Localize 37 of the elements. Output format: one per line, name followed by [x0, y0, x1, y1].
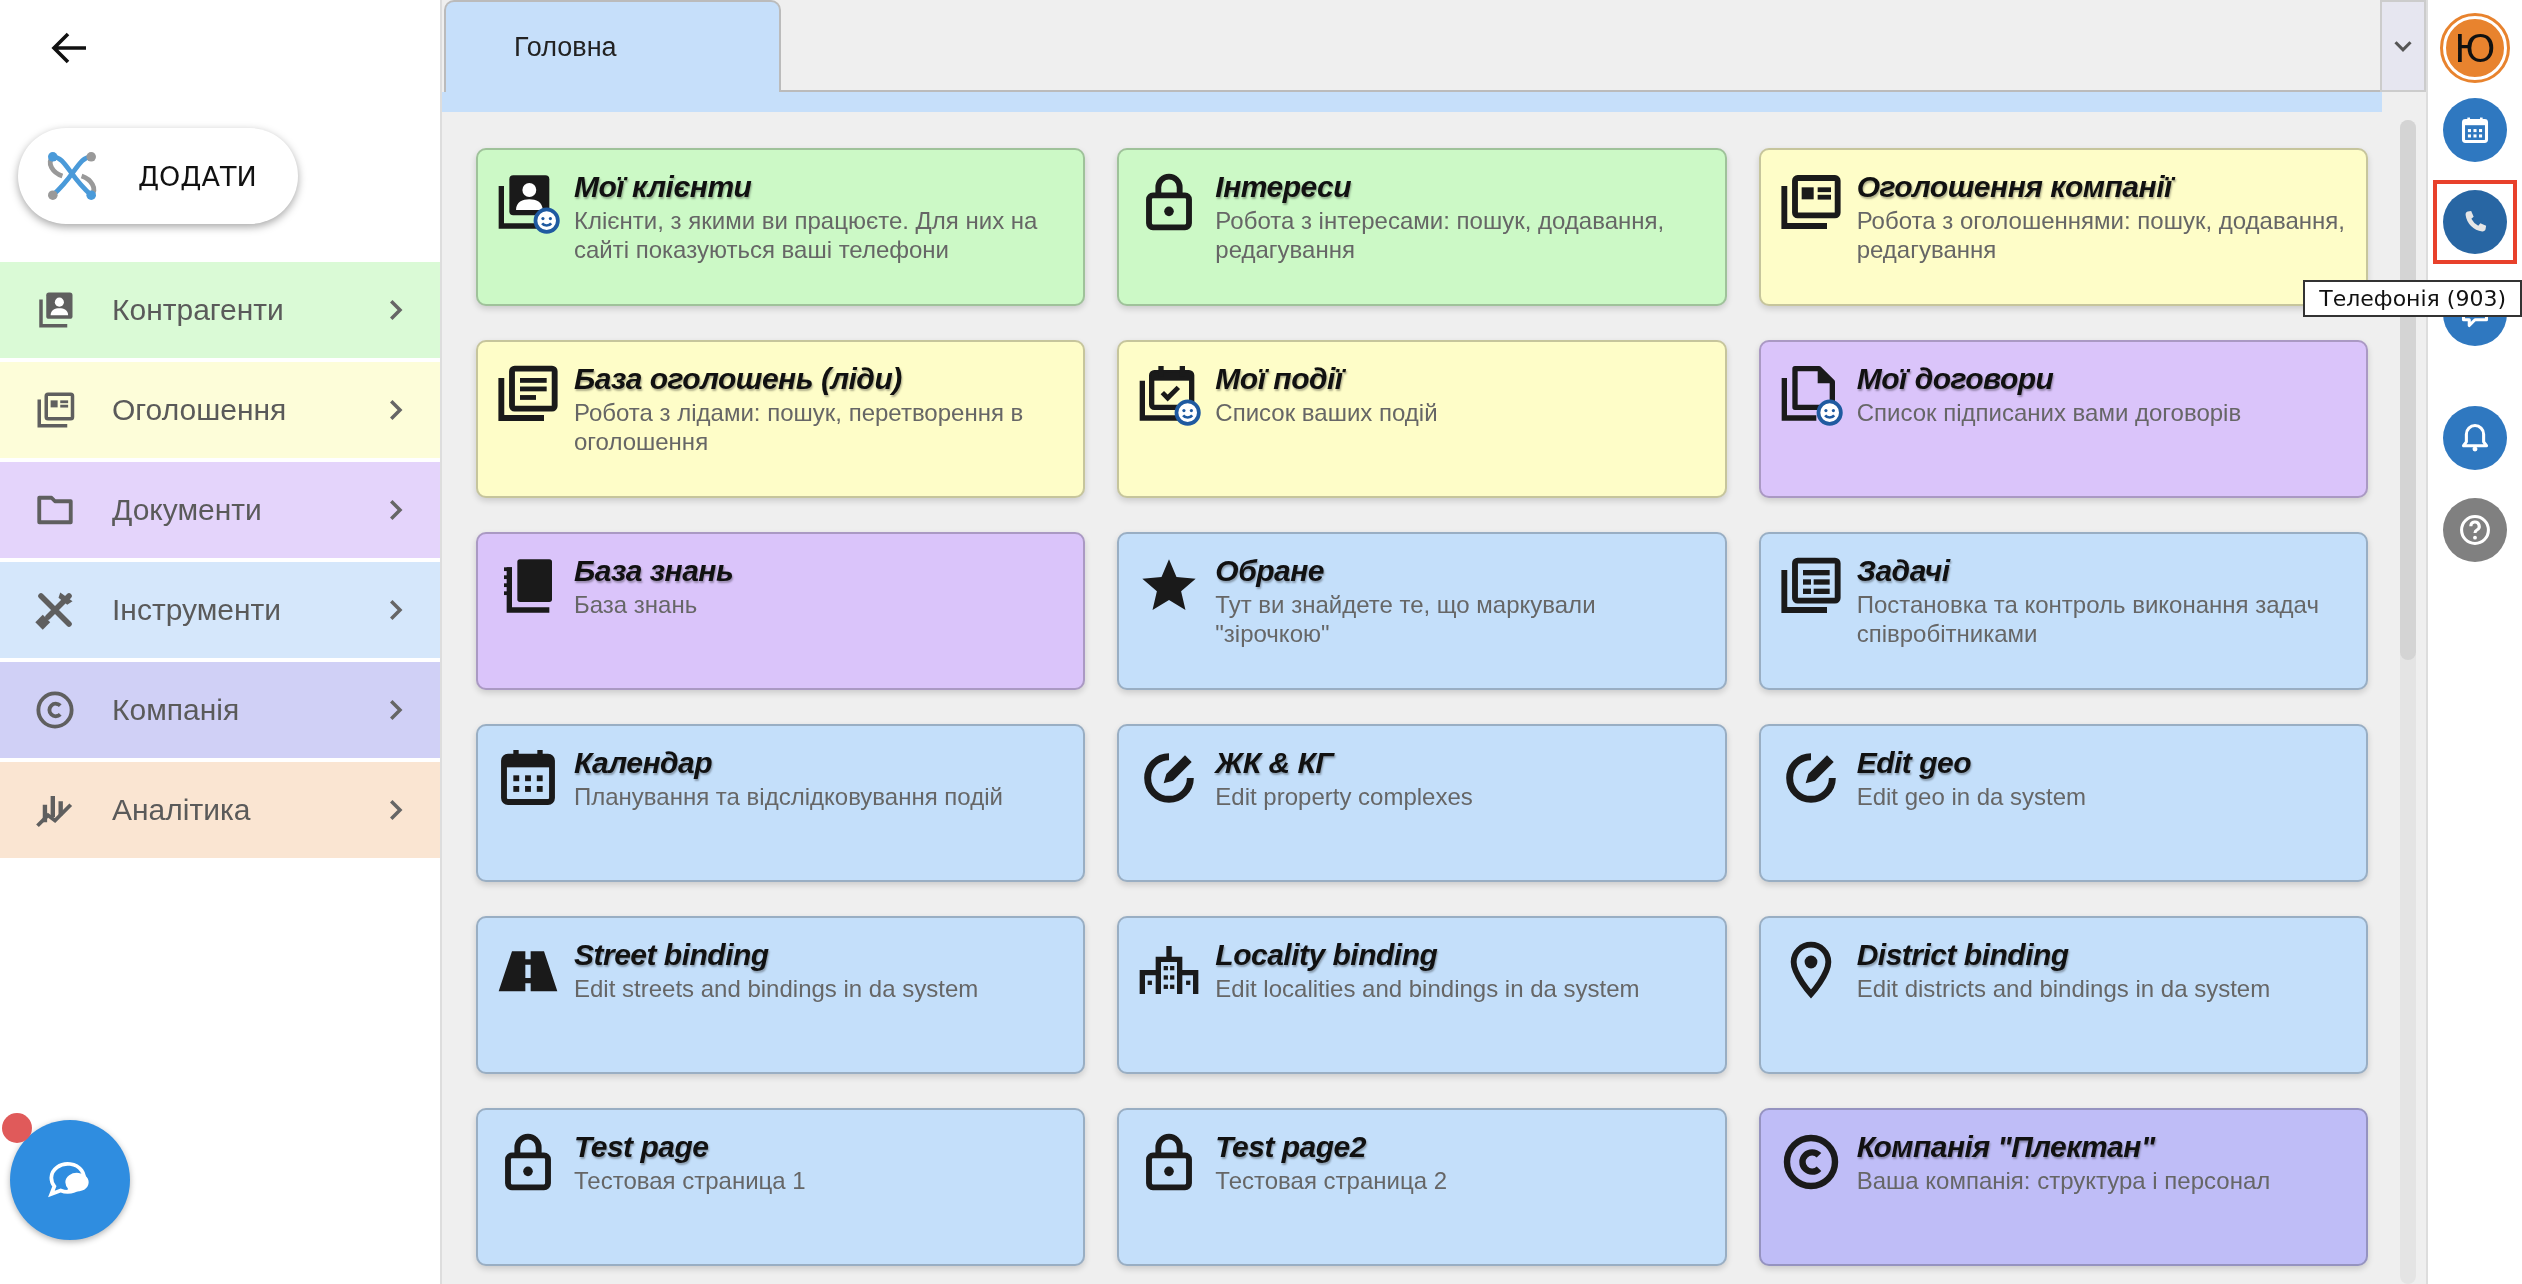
tile-title: Задачі [1856, 554, 1952, 588]
tile-description: Список підписаних вами договорів [1856, 398, 2242, 428]
tile-description: Edit districts and bindings in da system [1856, 974, 2271, 1004]
tile-title: Мої клієнти [574, 170, 753, 204]
tile-title: Обране [1215, 554, 1326, 588]
tile-description: Робота з лідами: пошук, перетворення в оголошення [574, 398, 1025, 457]
tile-title: Edit geo [1856, 746, 1972, 780]
tile-description: Робота з оголошеннями: пошук, додавання, редагування [1856, 206, 2346, 265]
tile-title: База знань [574, 554, 734, 588]
tile-description: Edit geo in da system [1856, 782, 2087, 812]
tile-title: Інтереси [1215, 170, 1353, 204]
tile-title: Календар [574, 746, 714, 780]
tile-title: Street binding [574, 938, 770, 972]
tile-description: Список ваших подій [1215, 398, 1438, 428]
tile-title: База оголошень (ліди) [574, 362, 903, 396]
tile-description: Тут ви знайдете те, що маркували "зірочкою" [1215, 590, 1597, 649]
tile-description: Планування та відслідковування подій [574, 782, 1003, 812]
tile-title: Test page [574, 1130, 710, 1164]
tile-description: Робота з інтересами: пошук, додавання, редагування [1215, 206, 1666, 265]
tile-title: ЖК & КГ [1215, 746, 1336, 780]
tile-description: Тестовая страница 2 [1215, 1166, 1447, 1196]
tooltip: Телефонія (903) [2303, 280, 2522, 317]
tile-description: Постановка та контроль виконання задач співробітниками [1856, 590, 2320, 649]
tile-title: Компанія "Плектан" [1856, 1130, 2157, 1164]
tile-title: Оголошення компанії [1856, 170, 2350, 204]
tile-description: Клієнти, з якими ви працюєте. Для них на сайті показуються ваші телефони [574, 206, 1039, 265]
tile-title: Мої договори [1856, 362, 2055, 396]
tile-description: Edit property complexes [1215, 782, 1473, 812]
tile-title: Locality binding [1215, 938, 1439, 972]
tile-title: District binding [1856, 938, 2070, 972]
tile-description: Edit localities and bindings in da system [1215, 974, 1640, 1004]
tile-description: База знань [574, 590, 699, 620]
tile-description: Ваша компанія: структура і персонал [1856, 1166, 2271, 1196]
tile-title: Мої події [1215, 362, 1438, 396]
tile-description: Edit streets and bindings in da system [574, 974, 979, 1004]
tile-description: Тестовая страница 1 [574, 1166, 806, 1196]
tile-title: Test page2 [1215, 1130, 1367, 1164]
